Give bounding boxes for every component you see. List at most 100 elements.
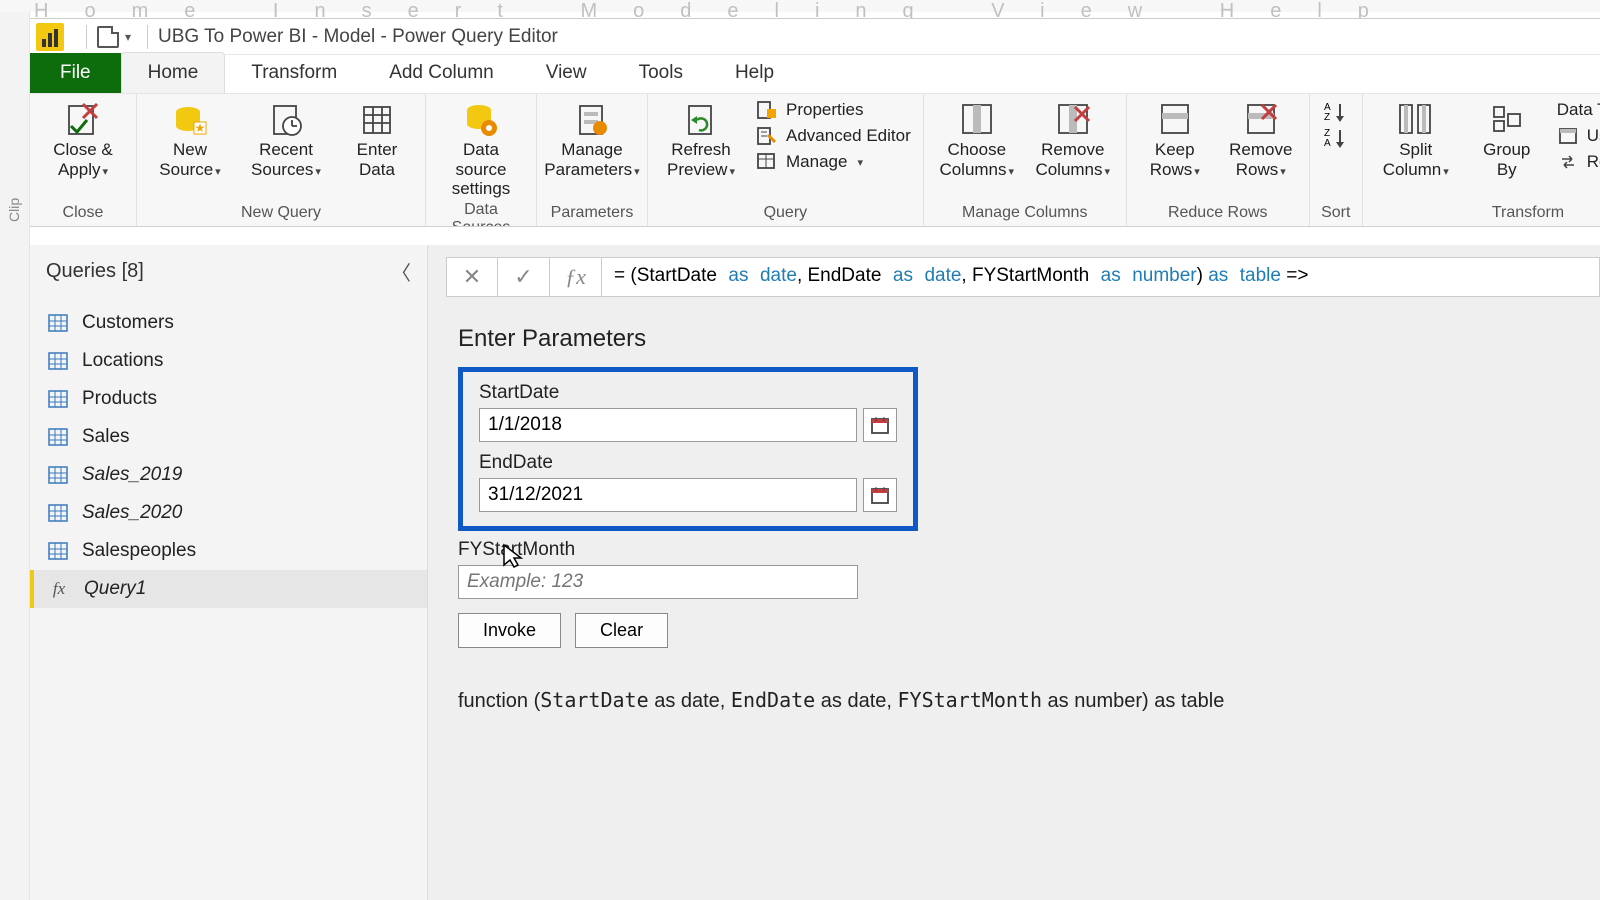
- tab-help[interactable]: Help: [709, 53, 800, 93]
- formula-text[interactable]: = (StartDate as date, EndDate as date, F…: [602, 257, 1600, 297]
- calendar-icon: [870, 485, 890, 505]
- recent-sources-button[interactable]: Recent Sources▾: [245, 100, 327, 179]
- manage-button[interactable]: Manage ▾: [756, 152, 911, 172]
- group-by-icon: [1485, 100, 1529, 140]
- remove-rows-button[interactable]: Remove Rows▾: [1225, 100, 1297, 179]
- recent-sources-icon: [264, 100, 308, 140]
- invoke-button[interactable]: Invoke: [458, 613, 561, 648]
- data-type-button[interactable]: Data Type: Any: [1557, 100, 1600, 120]
- group-parameters: Manage Parameters▾ Parameters: [537, 94, 648, 226]
- fx-button[interactable]: ƒx: [550, 257, 602, 297]
- close-apply-button[interactable]: Close & Apply▾: [42, 100, 124, 179]
- table-icon: [48, 542, 68, 560]
- query-item-sales_2020[interactable]: Sales_2020: [30, 494, 427, 532]
- refresh-preview-button[interactable]: Refresh Preview▾: [660, 100, 742, 179]
- qat-dropdown-icon[interactable]: ▾: [125, 30, 131, 44]
- choose-columns-icon: [955, 100, 999, 140]
- group-label-transform: Transform: [1492, 202, 1564, 226]
- split-column-label: Split Column: [1383, 140, 1442, 179]
- query-item-label: Sales_2019: [82, 464, 182, 486]
- properties-label: Properties: [786, 100, 863, 120]
- sort-desc-button[interactable]: ZA: [1316, 126, 1356, 148]
- collapse-queries-icon[interactable]: 〈: [391, 257, 411, 286]
- tab-transform[interactable]: Transform: [225, 53, 363, 93]
- data-source-settings-label: Data source settings: [438, 140, 524, 199]
- group-label-sort: Sort: [1321, 202, 1350, 226]
- table-icon: [48, 314, 68, 332]
- formula-cancel-button[interactable]: ✕: [446, 257, 498, 297]
- svg-text:★: ★: [195, 121, 206, 135]
- manage-parameters-label: Manage Parameters: [544, 140, 632, 179]
- query-item-customers[interactable]: Customers: [30, 304, 427, 342]
- query-item-query1[interactable]: fxQuery1: [30, 570, 427, 608]
- keep-rows-button[interactable]: Keep Rows▾: [1139, 100, 1211, 179]
- close-apply-icon: [61, 100, 105, 140]
- divider: [147, 25, 148, 49]
- tab-home[interactable]: Home: [121, 52, 226, 93]
- fystartmonth-label: FYStartMonth: [458, 539, 1570, 561]
- editor-main: ✕ ✓ ƒx = (StartDate as date, EndDate as …: [428, 245, 1600, 900]
- enter-data-icon: [355, 100, 399, 140]
- divider: [86, 25, 87, 49]
- svg-text:A: A: [1324, 138, 1331, 148]
- table-icon: [48, 390, 68, 408]
- group-close: Close & Apply▾ Close: [30, 94, 137, 226]
- background-host-tabs: Home Insert Modeling View Help: [0, 0, 1600, 12]
- query-item-sales[interactable]: Sales: [30, 418, 427, 456]
- use-first-row-button[interactable]: Use First Ro: [1557, 126, 1600, 146]
- query-item-label: Sales_2020: [82, 502, 182, 524]
- enddate-calendar-button[interactable]: [863, 478, 897, 512]
- remove-columns-icon: [1051, 100, 1095, 140]
- fystartmonth-input[interactable]: [458, 565, 858, 599]
- split-column-button[interactable]: Split Column▾: [1375, 100, 1457, 179]
- tab-view[interactable]: View: [520, 53, 613, 93]
- save-icon[interactable]: [97, 26, 119, 48]
- query-item-label: Customers: [82, 312, 174, 334]
- query-item-products[interactable]: Products: [30, 380, 427, 418]
- keep-rows-label: Keep Rows: [1150, 140, 1195, 179]
- group-label-reduce-rows: Reduce Rows: [1168, 202, 1268, 226]
- choose-columns-button[interactable]: Choose Columns▾: [936, 100, 1018, 179]
- startdate-calendar-button[interactable]: [863, 408, 897, 442]
- enter-data-button[interactable]: Enter Data: [341, 100, 413, 179]
- query-item-locations[interactable]: Locations: [30, 342, 427, 380]
- manage-label: Manage: [786, 152, 847, 172]
- data-source-settings-button[interactable]: Data source settings: [438, 100, 524, 199]
- remove-columns-label: Remove Columns: [1035, 140, 1104, 179]
- group-label-parameters: Parameters: [551, 202, 634, 226]
- tab-file[interactable]: File: [30, 53, 121, 93]
- sort-asc-button[interactable]: AZ: [1316, 100, 1356, 122]
- split-column-icon: [1394, 100, 1438, 140]
- formula-commit-button[interactable]: ✓: [498, 257, 550, 297]
- replace-values-label: Replace Val: [1587, 152, 1600, 172]
- query-item-label: Sales: [82, 426, 130, 448]
- startdate-input[interactable]: [479, 408, 857, 442]
- ribbon-tab-strip: File Home Transform Add Column View Tool…: [30, 55, 1600, 93]
- manage-parameters-button[interactable]: Manage Parameters▾: [549, 100, 635, 179]
- query-item-salespeoples[interactable]: Salespeoples: [30, 532, 427, 570]
- host-side-panel: Clip: [0, 12, 30, 900]
- group-label-new-query: New Query: [241, 202, 321, 226]
- new-source-button[interactable]: ★ New Source▾: [149, 100, 231, 179]
- properties-button[interactable]: Properties: [756, 100, 911, 120]
- table-icon: [48, 504, 68, 522]
- group-query: Refresh Preview▾ Properties Advanced Edi…: [648, 94, 924, 226]
- group-by-button[interactable]: Group By: [1471, 100, 1543, 179]
- advanced-editor-button[interactable]: Advanced Editor: [756, 126, 911, 146]
- remove-columns-button[interactable]: Remove Columns▾: [1032, 100, 1114, 179]
- new-source-label: New Source: [159, 140, 213, 179]
- function-icon: fx: [48, 579, 70, 599]
- tab-tools[interactable]: Tools: [613, 53, 709, 93]
- title-bar: ▾ UBG To Power BI - Model - Power Query …: [30, 19, 1600, 55]
- replace-values-button[interactable]: Replace Val: [1557, 152, 1600, 172]
- enddate-input[interactable]: [479, 478, 857, 512]
- tab-add-column[interactable]: Add Column: [363, 53, 520, 93]
- group-label-query: Query: [764, 202, 808, 226]
- table-icon: [48, 428, 68, 446]
- recent-sources-label: Recent Sources: [251, 140, 313, 179]
- query-item-sales_2019[interactable]: Sales_2019: [30, 456, 427, 494]
- clear-button[interactable]: Clear: [575, 613, 668, 648]
- enddate-label: EndDate: [479, 452, 897, 474]
- data-source-settings-icon: [459, 100, 503, 140]
- host-side-label: Clip: [6, 198, 22, 222]
